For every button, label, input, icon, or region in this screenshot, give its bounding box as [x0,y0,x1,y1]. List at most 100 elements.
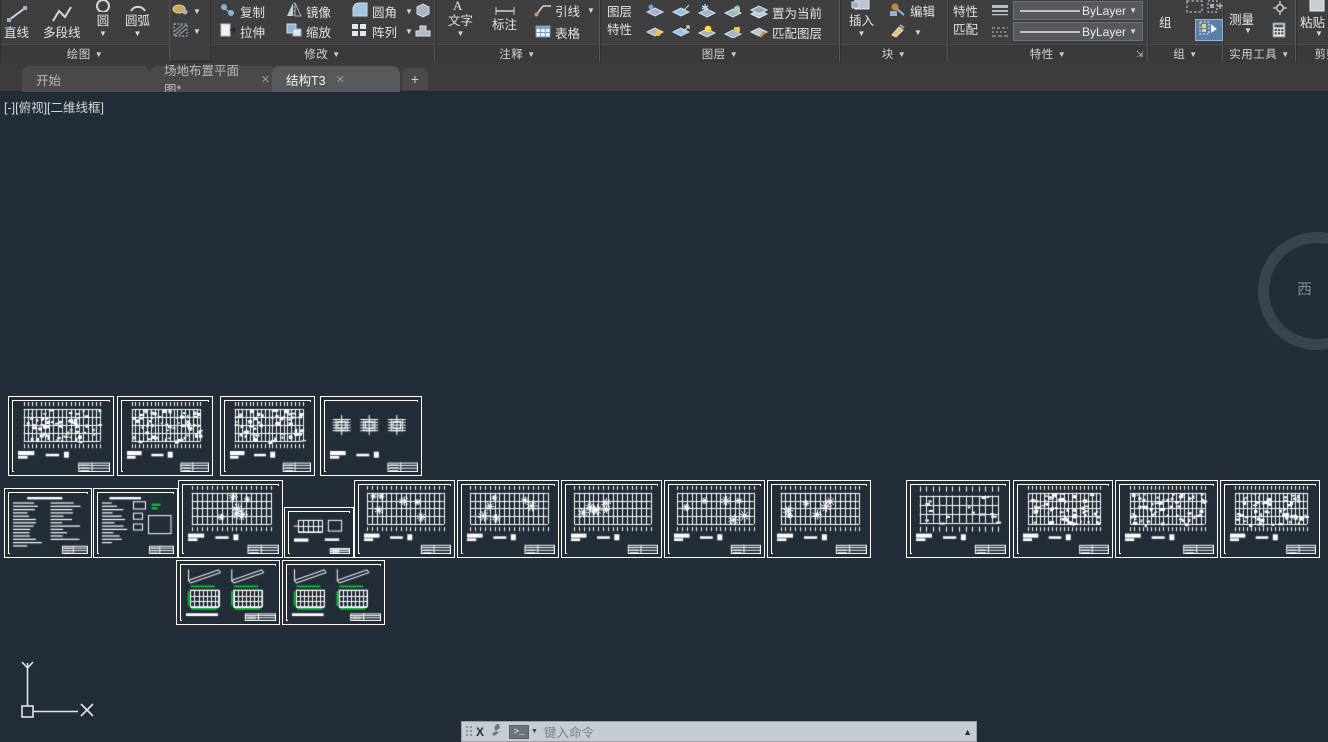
block-edit-button[interactable]: 编辑 [889,1,935,20]
draw-polyline-button[interactable]: 多段线 [43,4,81,40]
customize-icon[interactable] [489,723,504,741]
layer-unisolate-button[interactable] [671,3,691,21]
dialog-launcher-icon[interactable]: ⇲ [1136,49,1144,60]
sheet-r1-c3[interactable] [220,396,315,476]
chevron-down-icon[interactable]: ▼ [1244,26,1252,35]
draw-circle-button[interactable]: 圆 ▼ [93,0,113,38]
modify-mirror-button[interactable]: 镜像 [285,2,331,21]
sheet-r4-c4[interactable] [1220,480,1320,558]
layer-on-button[interactable] [697,23,717,41]
chevron-down-icon[interactable]: ▼ [858,29,866,38]
group-icon[interactable] [1185,0,1205,18]
modify-copy-button[interactable]: 复制 [219,2,265,21]
chevron-down-icon[interactable]: ▼ [587,6,595,15]
close-icon[interactable]: X [476,725,484,739]
view-compass-ring[interactable] [1258,232,1328,350]
close-icon[interactable]: ✕ [261,73,270,86]
panel-title-clipboard[interactable]: 剪贴 [1297,44,1328,62]
modify-solid-edit-button[interactable] [414,2,432,21]
sheet-r2-c9[interactable] [767,480,871,558]
close-icon[interactable]: ✕ [336,73,345,86]
viewport-label[interactable]: [-][俯视][二维线框] [4,97,104,116]
chevron-down-icon[interactable]: ▼ [1189,50,1197,59]
modify-fillet-button[interactable]: 圆角 ▼ [351,2,413,21]
layer-unlock-button[interactable] [723,23,743,41]
block-edit-attribute-button[interactable]: ▼ [889,23,922,41]
command-input[interactable]: 键入命令 [544,722,963,741]
layer-thaw-button[interactable] [671,23,691,41]
prompt-history-icon[interactable]: >_ [509,724,530,739]
sheet-r3-c2[interactable] [282,560,385,625]
chevron-down-icon[interactable]: ▼ [332,50,340,59]
modify-stretch-button[interactable]: 拉伸 [219,22,265,41]
chevron-down-icon[interactable]: ▼ [1058,50,1066,59]
sheet-r2-c1[interactable] [4,488,92,558]
panel-title-block[interactable]: 块 ▼ [841,44,947,62]
measure-point-icon[interactable] [1271,0,1289,19]
chevron-down-icon[interactable]: ▼ [95,50,103,59]
draw-hatch-button[interactable]: ▼ [172,2,201,21]
draw-gradient-button[interactable]: ▼ [172,22,201,41]
tab-structure-t3[interactable]: 结构T3 ✕ [272,66,400,92]
chevron-down-icon[interactable]: ▼ [193,7,201,16]
sheet-r2-c6[interactable] [457,480,559,558]
sheet-r4-c2[interactable] [1013,480,1113,558]
annotation-leader-button[interactable]: 引线 ▼ [534,1,595,20]
group-edit-icon[interactable] [1195,19,1223,41]
sheet-r1-c4[interactable] [320,396,422,476]
chevron-down-icon[interactable]: ▼ [531,728,538,735]
panel-title-layers[interactable]: 图层 ▼ [601,44,839,62]
layer-off-button[interactable] [645,23,665,41]
tab-start[interactable]: 开始 [22,66,150,92]
block-insert-button[interactable]: 插入 ▼ [849,0,874,38]
drawing-canvas[interactable]: [-][俯视][二维线框] 西 [0,92,1328,742]
chevron-down-icon[interactable]: ▼ [898,50,906,59]
layer-lock-button[interactable] [723,3,743,21]
panel-title-annotation[interactable]: 注释 ▼ [436,44,599,62]
tab-site-plan[interactable]: 场地布置平面图* ✕ [150,64,278,97]
new-tab-button[interactable]: + [402,68,428,90]
panel-title-properties[interactable]: 特性 ▼ ⇲ [949,44,1147,62]
modify-array-button[interactable]: 阵列 ▼ [351,22,413,41]
annotation-table-button[interactable]: 表格 [534,23,580,42]
line-type-combo[interactable]: ByLayer ▼ [1013,22,1143,41]
sheet-r2-c5[interactable] [354,480,455,558]
chevron-down-icon[interactable]: ▼ [730,50,738,59]
layer-match-button[interactable]: 匹配图层 [749,23,822,42]
calculator-icon[interactable] [1271,22,1287,41]
panel-title-utilities[interactable]: 实用工具 ▼ [1224,44,1295,62]
sheet-r2-c7[interactable] [561,480,662,558]
draw-arc-button[interactable]: 圆弧 ▼ [125,0,150,38]
chevron-down-icon[interactable]: ▼ [1129,6,1137,15]
layer-set-current-button[interactable]: 置为当前 [749,3,822,22]
sheet-r1-c2[interactable] [117,396,213,476]
chevron-down-icon[interactable]: ▼ [457,29,465,38]
sheet-r4-c3[interactable] [1115,480,1218,558]
sheet-r1-c1[interactable] [8,396,114,476]
drag-grip-icon[interactable] [465,725,473,738]
line-weight-combo[interactable]: ByLayer ▼ [1013,1,1143,20]
sheet-r4-c1[interactable] [906,480,1010,558]
command-line[interactable]: X >_ ▼ 键入命令 ▲ [461,721,977,742]
panel-title-draw[interactable]: 绘图 ▼ [1,44,169,62]
annotation-dimension-button[interactable]: 标注 [492,2,517,32]
expand-icon[interactable]: ▲ [963,727,972,737]
sheet-r2-c3[interactable] [178,480,283,558]
sheet-r2-c2[interactable] [93,488,178,558]
chevron-down-icon[interactable]: ▼ [193,27,201,36]
chevron-down-icon[interactable]: ▼ [405,27,413,36]
annotation-text-button[interactable]: A 文字 ▼ [448,0,473,38]
sheet-r2-c4[interactable] [284,507,354,558]
chevron-down-icon[interactable]: ▼ [99,29,107,38]
chevron-down-icon[interactable]: ▼ [1315,29,1323,38]
modify-presspull-button[interactable] [414,22,432,41]
chevron-down-icon[interactable]: ▼ [914,28,922,37]
draw-line-button[interactable]: 直线 [4,4,29,40]
layer-freeze-button[interactable] [697,3,717,21]
sheet-r3-c1[interactable] [176,560,280,625]
chevron-down-icon[interactable]: ▼ [134,29,142,38]
panel-title-group[interactable]: 组 ▼ [1149,44,1222,62]
chevron-down-icon[interactable]: ▼ [1281,50,1289,59]
modify-scale-button[interactable]: 缩放 [285,22,331,41]
chevron-down-icon[interactable]: ▼ [527,50,535,59]
